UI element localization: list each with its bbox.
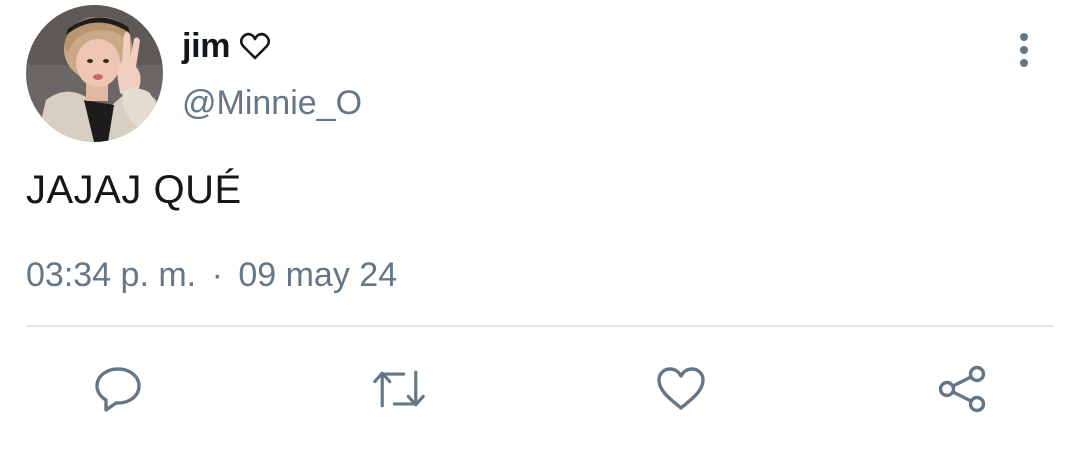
avatar[interactable] <box>26 5 163 142</box>
retweet-arrows-icon <box>373 370 425 408</box>
tweet-detail: jim @Minnie_O JAJAJ QUÉ 03:34 p. m. · 09… <box>0 0 1080 451</box>
retweet-button[interactable] <box>372 362 426 416</box>
tweet-timestamp[interactable]: 03:34 p. m. · 09 may 24 <box>26 256 397 295</box>
timestamp-separator: · <box>211 256 223 294</box>
display-name[interactable]: jim <box>182 27 231 66</box>
white-heart-icon <box>240 32 271 60</box>
tweet-date: 09 may 24 <box>238 256 398 294</box>
more-options-button[interactable] <box>1004 30 1044 70</box>
avatar-photo <box>26 5 163 142</box>
author-name-row[interactable]: jim <box>182 24 271 68</box>
author-handle[interactable]: @Minnie_O <box>182 84 362 123</box>
like-button[interactable] <box>654 362 708 416</box>
share-button[interactable] <box>935 362 989 416</box>
share-nodes-icon <box>938 365 986 413</box>
speech-bubble-icon <box>95 367 141 412</box>
divider <box>26 325 1054 327</box>
tweet-text: JAJAJ QUÉ <box>26 168 242 212</box>
reply-button[interactable] <box>91 362 145 416</box>
more-vertical-icon <box>1020 33 1028 67</box>
tweet-time: 03:34 p. m. <box>26 256 197 294</box>
heart-icon <box>657 367 705 410</box>
